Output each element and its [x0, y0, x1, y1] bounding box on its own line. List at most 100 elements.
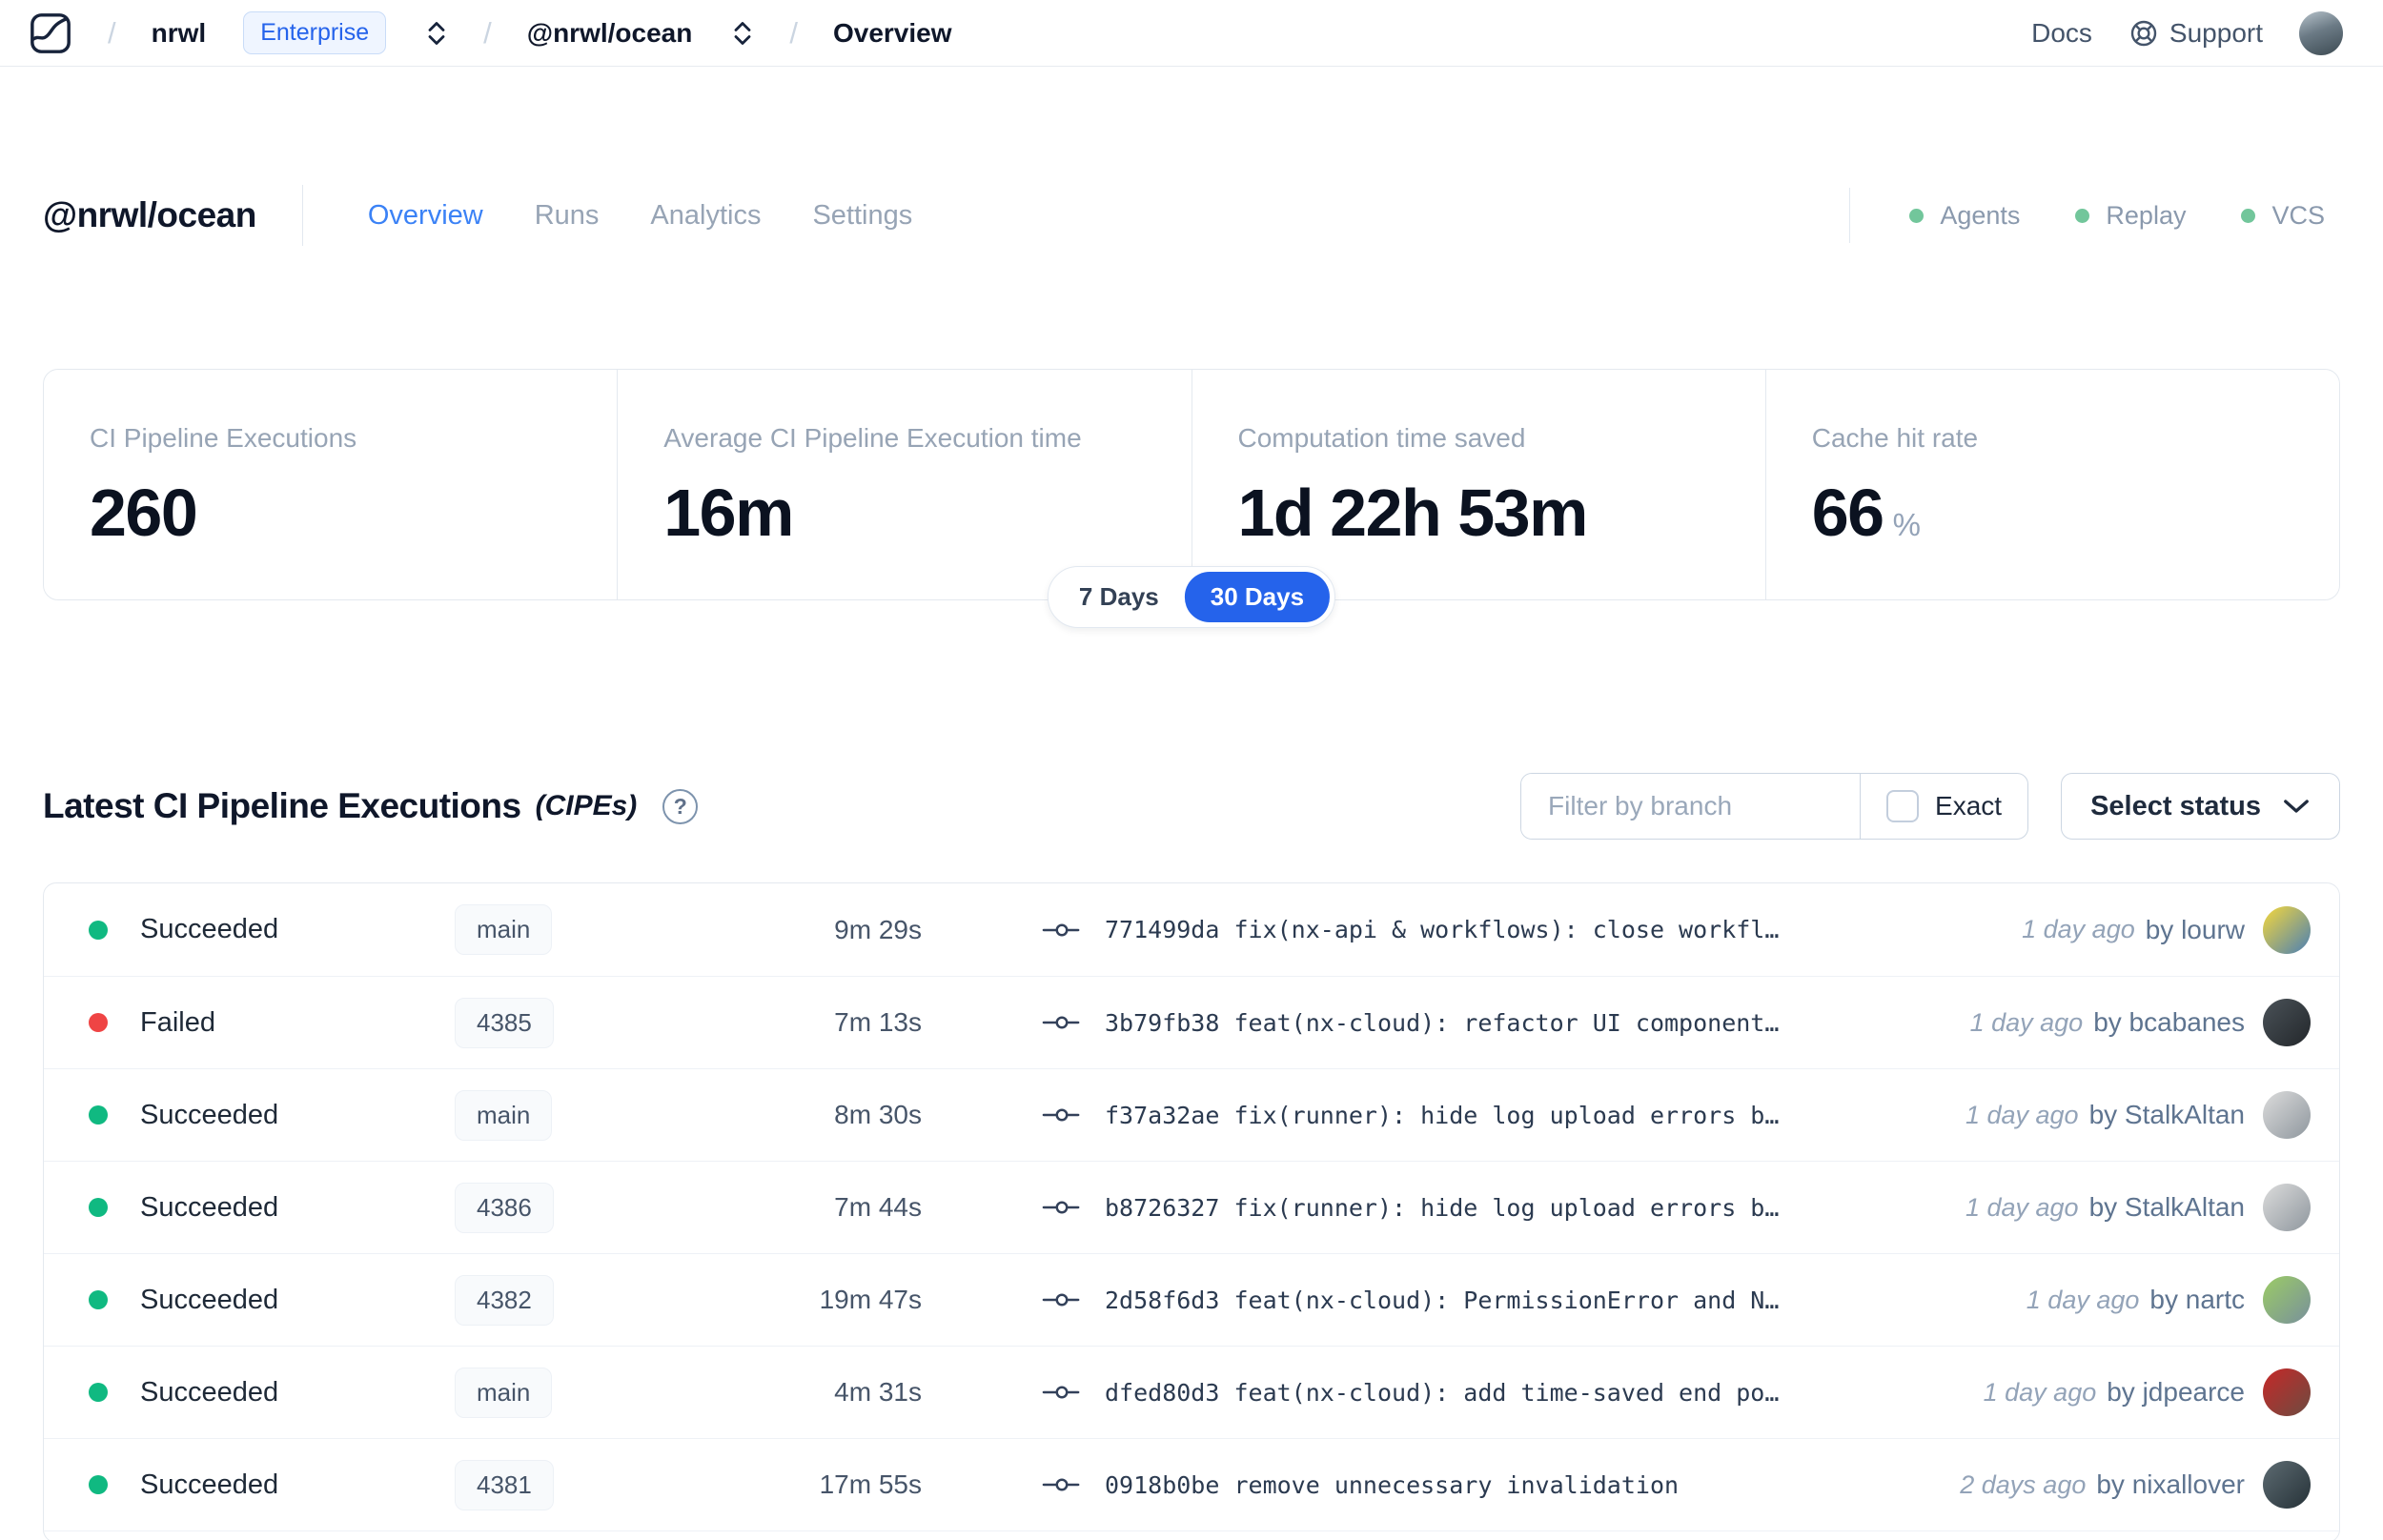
meta-cell: 1 day ago by nartc [2027, 1276, 2311, 1324]
help-icon[interactable]: ? [662, 788, 699, 824]
status-cell: Succeeded [89, 1469, 455, 1501]
meta-cell: 2 days ago by nixallover [1960, 1461, 2311, 1509]
duration: 4m 31s [834, 1377, 922, 1407]
avatar[interactable] [2263, 1276, 2311, 1324]
author[interactable]: by lourw [2146, 915, 2245, 945]
breadcrumb-workspace[interactable]: @nrwl/ocean [527, 18, 693, 49]
author[interactable]: by nartc [2149, 1285, 2245, 1315]
tab-runs[interactable]: Runs [535, 200, 600, 232]
feature-status-agents[interactable]: Agents [1909, 201, 2020, 231]
status-cell: Succeeded [89, 1377, 455, 1408]
author[interactable]: by StalkAltan [2089, 1100, 2245, 1130]
stat-value: 66% [1811, 476, 1921, 550]
branch-badge[interactable]: main [455, 1089, 553, 1141]
time-ago: 1 day ago [1965, 1100, 2079, 1129]
commit-message[interactable]: 0918b0be remove unnecessary invalidation [1105, 1471, 1679, 1499]
divider [1849, 188, 1851, 243]
commit-message[interactable]: 2d58f6d3 feat(nx-cloud): PermissionError… [1105, 1287, 1779, 1314]
stat-card-executions: CI Pipeline Executions 260 [44, 370, 617, 599]
support-link[interactable]: Support [2128, 18, 2263, 49]
avatar[interactable] [2263, 999, 2311, 1046]
commit-cell: dfed80d3 feat(nx-cloud): add time-saved … [1042, 1379, 1984, 1407]
toggle-7-days[interactable]: 7 Days [1053, 572, 1185, 622]
toggle-30-days[interactable]: 30 Days [1184, 572, 1331, 622]
user-avatar[interactable] [2299, 10, 2343, 55]
branch-badge[interactable]: 4385 [455, 997, 554, 1048]
status-select[interactable]: Select status [2061, 773, 2340, 840]
stat-value: 260 [90, 476, 198, 550]
status-dot-icon [89, 1013, 108, 1032]
tab-settings[interactable]: Settings [812, 200, 912, 232]
git-commit-icon [1042, 1105, 1082, 1125]
branch-badge[interactable]: main [455, 904, 553, 955]
branch-cell: main [455, 904, 741, 955]
commit-cell: b8726327 fix(runner): hide log upload er… [1042, 1194, 1965, 1222]
commit-cell: 3b79fb38 feat(nx-cloud): refactor UI com… [1042, 1009, 1970, 1037]
status-dot-icon [89, 1290, 108, 1309]
avatar[interactable] [2263, 1461, 2311, 1509]
status-label: Succeeded [140, 1284, 279, 1315]
time-ago: 1 day ago [2026, 1285, 2140, 1314]
status-label: Succeeded [140, 1191, 279, 1223]
commit-message[interactable]: b8726327 fix(runner): hide log upload er… [1105, 1194, 1779, 1222]
commit-cell: 0918b0be remove unnecessary invalidation [1042, 1471, 1960, 1499]
exact-checkbox[interactable] [1886, 790, 1920, 822]
branch-cell: main [455, 1089, 741, 1141]
feature-status-replay[interactable]: Replay [2075, 201, 2186, 231]
status-label: Succeeded [140, 1099, 279, 1130]
avatar[interactable] [2263, 1184, 2311, 1231]
table-row[interactable]: Succeeded main 9m 29s 771499da fix(nx-ap… [44, 883, 2339, 976]
status-label: Failed [140, 1006, 215, 1038]
status-label: Succeeded [140, 914, 279, 944]
feature-status-vcs[interactable]: VCS [2241, 201, 2325, 231]
tab-overview[interactable]: Overview [368, 200, 483, 232]
nx-cloud-logo-icon[interactable] [29, 11, 72, 55]
author[interactable]: by bcabanes [2093, 1007, 2245, 1038]
author[interactable]: by nixallover [2096, 1469, 2245, 1500]
table-row[interactable]: Failed 4385 7m 13s 3b79fb38 feat(nx-clou… [44, 976, 2339, 1068]
time-ago: 1 day ago [1965, 1192, 2079, 1222]
commit-message[interactable]: 771499da fix(nx-api & workflows): close … [1105, 916, 1779, 943]
table-row[interactable]: Succeeded main 4m 31s dfed80d3 feat(nx-c… [44, 1346, 2339, 1438]
section-title: Latest CI Pipeline Executions [43, 786, 521, 825]
status-dot-icon [89, 1475, 108, 1494]
stat-card-cache-hit: Cache hit rate 66% [1764, 370, 2339, 599]
author[interactable]: by jdpearce [2107, 1377, 2245, 1408]
status-cell: Succeeded [89, 1285, 455, 1316]
status-cell: Failed [89, 1007, 455, 1039]
branch-filter-input[interactable] [1521, 774, 1861, 839]
breadcrumb-org[interactable]: nrwl [152, 18, 207, 49]
branch-badge[interactable]: main [455, 1367, 553, 1418]
commit-message[interactable]: dfed80d3 feat(nx-cloud): add time-saved … [1105, 1379, 1779, 1407]
avatar[interactable] [2263, 1368, 2311, 1416]
table-row[interactable]: Succeeded 4386 7m 44s b8726327 fix(runne… [44, 1161, 2339, 1253]
commit-message[interactable]: 3b79fb38 feat(nx-cloud): refactor UI com… [1105, 1009, 1779, 1037]
chevron-down-icon [2282, 797, 2311, 816]
workspace-header: @nrwl/ocean Overview Runs Analytics Sett… [0, 179, 2383, 252]
table-row[interactable]: Succeeded main 8m 30s f37a32ae fix(runne… [44, 1068, 2339, 1161]
stat-value: 1d 22h 53m [1237, 476, 1589, 550]
status-dot-icon [1909, 208, 1925, 223]
status-label: Succeeded [140, 1376, 279, 1408]
branch-badge[interactable]: 4382 [455, 1274, 554, 1326]
page-title: @nrwl/ocean [43, 195, 256, 234]
workspace-switcher-icon[interactable] [731, 20, 754, 47]
branch-filter-group: Exact [1520, 773, 2029, 840]
avatar[interactable] [2263, 1091, 2311, 1139]
table-row[interactable]: Succeeded 4382 19m 47s 2d58f6d3 feat(nx-… [44, 1253, 2339, 1346]
docs-link[interactable]: Docs [2031, 18, 2092, 49]
table-row[interactable]: Succeeded 4381 17m 55s 0918b0be remove u… [44, 1438, 2339, 1530]
exact-filter: Exact [1860, 774, 2027, 839]
author[interactable]: by StalkAltan [2089, 1192, 2245, 1223]
stat-card-time-saved: Computation time saved 1d 22h 53m [1191, 370, 1765, 599]
tab-analytics[interactable]: Analytics [650, 200, 761, 232]
avatar[interactable] [2263, 905, 2311, 954]
branch-badge[interactable]: 4386 [455, 1182, 554, 1233]
workspace-tabs: Overview Runs Analytics Settings [368, 200, 912, 232]
branch-badge[interactable]: 4381 [455, 1459, 554, 1510]
commit-message[interactable]: f37a32ae fix(runner): hide log upload er… [1105, 1102, 1779, 1129]
time-ago: 1 day ago [1983, 1377, 2097, 1407]
stat-value: 16m [663, 476, 794, 550]
org-switcher-icon[interactable] [425, 20, 448, 47]
status-cell: Succeeded [89, 914, 455, 945]
